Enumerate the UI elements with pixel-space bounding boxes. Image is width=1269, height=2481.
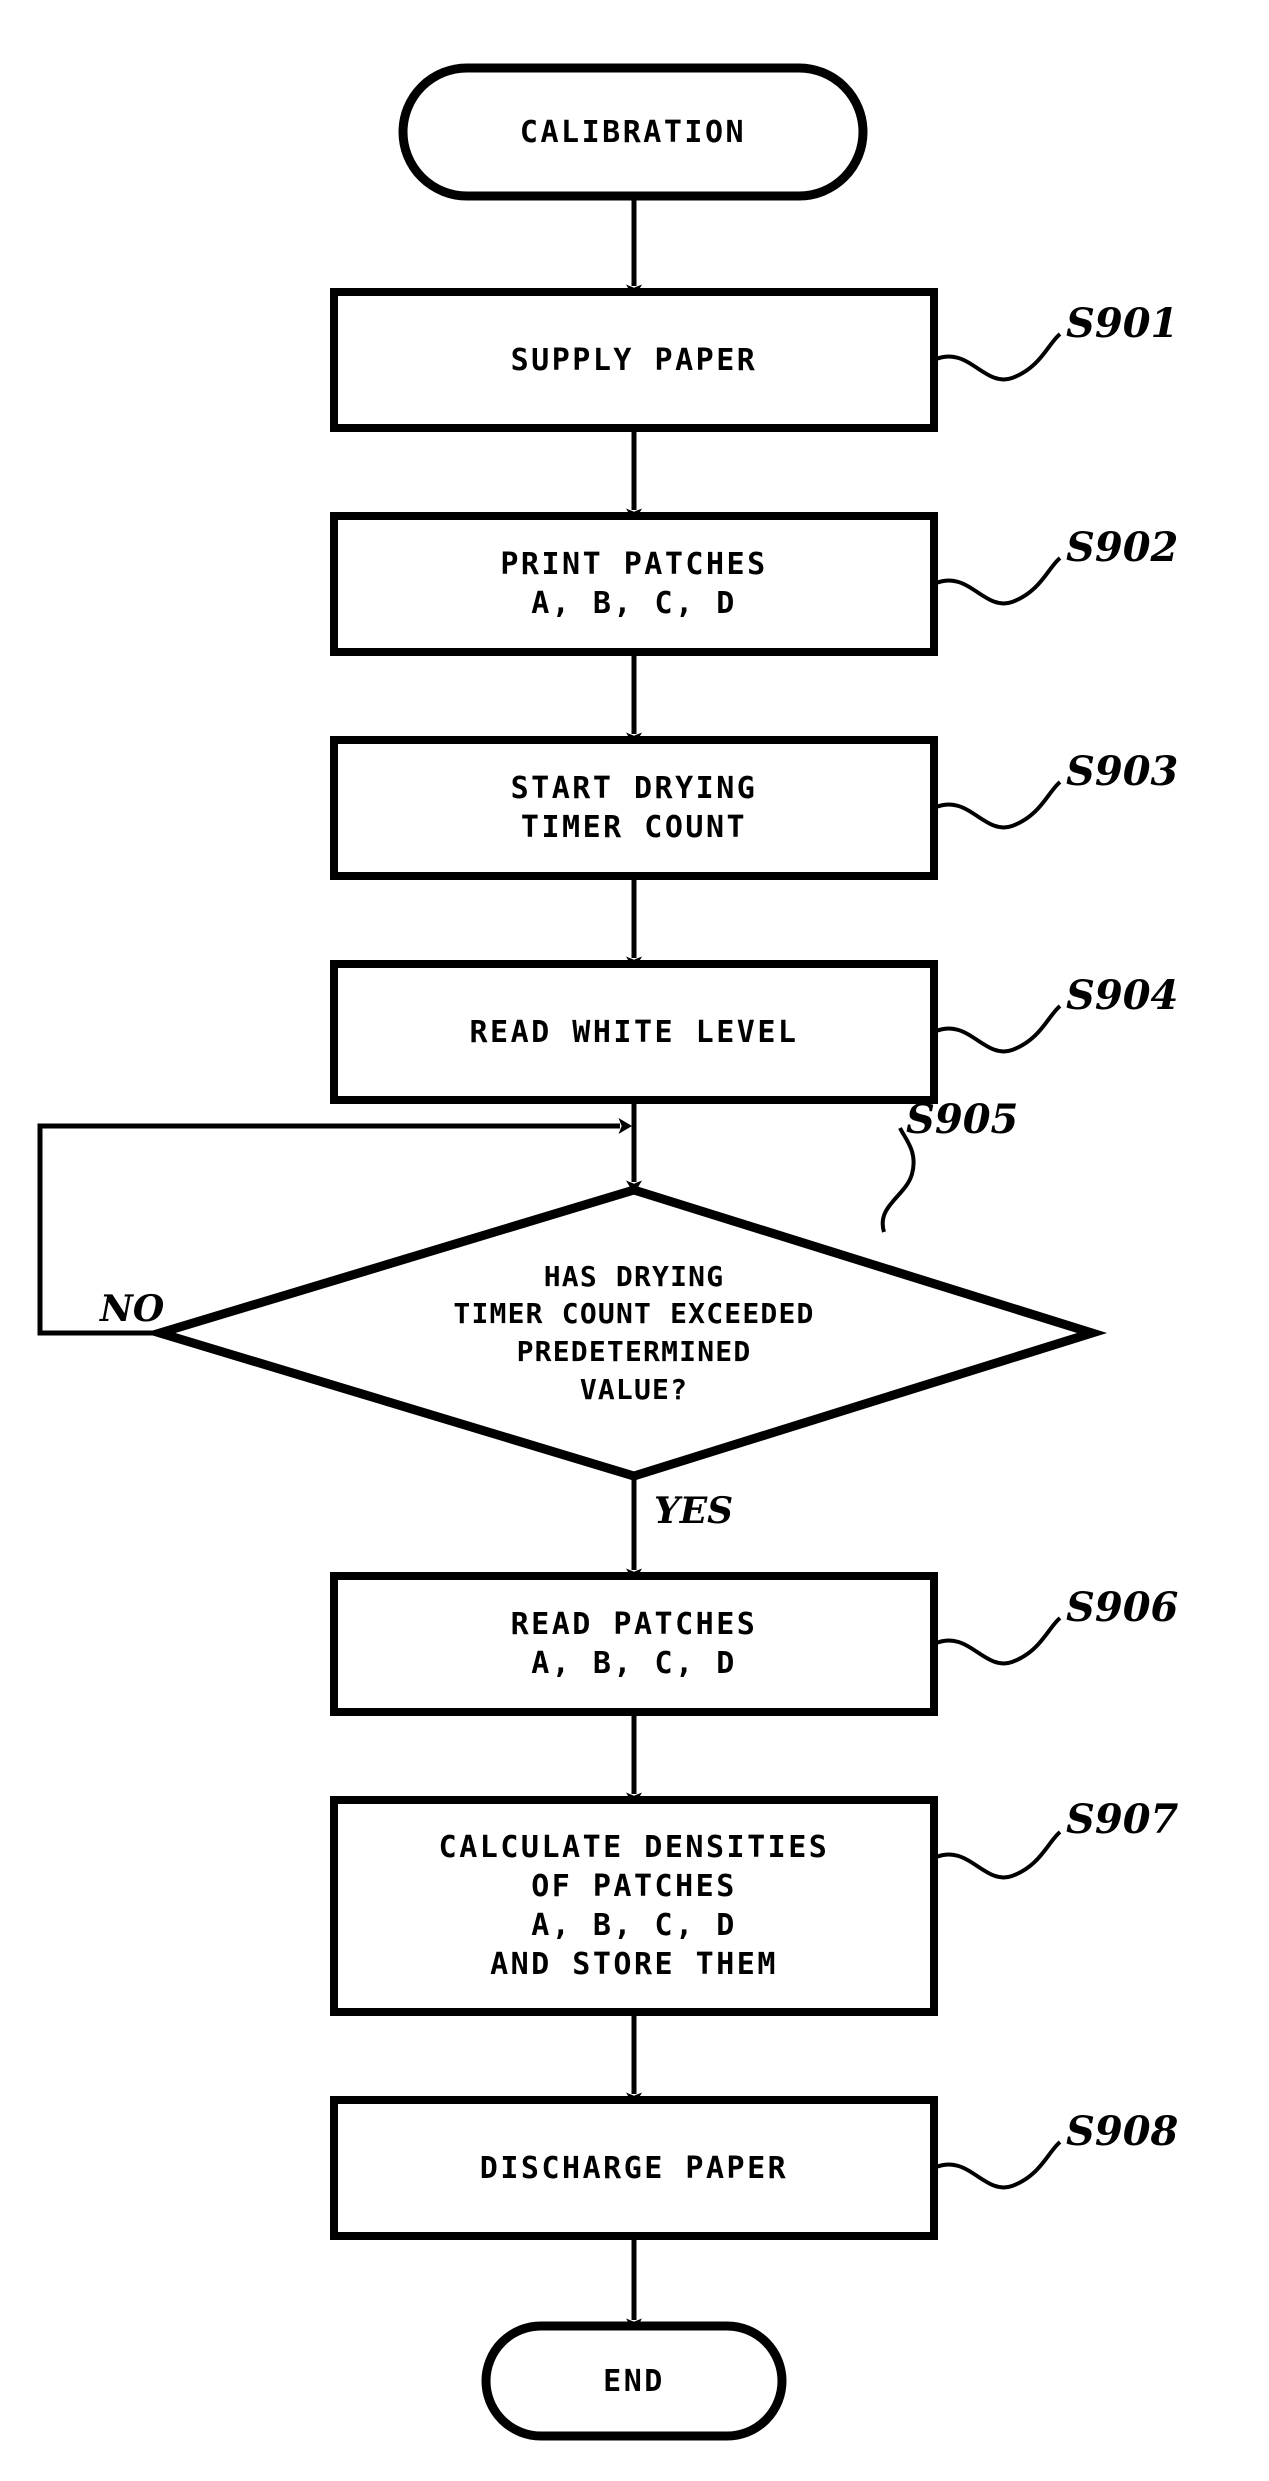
- node-s904-shape: [330, 960, 938, 1104]
- step-label-s904: S904: [1066, 972, 1179, 1019]
- callout-leader-s907: [933, 1830, 1062, 1880]
- callout-leader-s906: [933, 1616, 1062, 1666]
- callout-leader-s905: [880, 1127, 916, 1233]
- node-s908-shape: [330, 2096, 938, 2240]
- step-label-s905: S905: [906, 1096, 1019, 1143]
- node-s902-shape: [330, 512, 938, 656]
- step-label-s907: S907: [1066, 1796, 1179, 1843]
- step-label-s908: S908: [1066, 2108, 1179, 2155]
- step-label-s902: S902: [1066, 524, 1179, 571]
- callout-leader-s902: [933, 556, 1062, 606]
- node-s903-shape: [330, 736, 938, 880]
- node-s907-shape: [330, 1796, 938, 2016]
- branch-label-yes: YES: [654, 1490, 734, 1532]
- callout-leader-s901: [933, 332, 1062, 382]
- callout-leader-s904: [933, 1004, 1062, 1054]
- step-label-s903: S903: [1066, 748, 1179, 795]
- node-s901-shape: [330, 288, 938, 432]
- node-s906-shape: [330, 1572, 938, 1716]
- node-start-shape: [398, 63, 868, 201]
- callout-leader-s903: [933, 780, 1062, 830]
- callout-leader-s908: [933, 2140, 1062, 2190]
- node-end-shape: [481, 2321, 787, 2441]
- flowchart-page: CALIBRATION SUPPLY PAPER S901 PRINT PATC…: [0, 0, 1269, 2481]
- step-label-s901: S901: [1066, 300, 1179, 347]
- node-s905-shape: [144, 1185, 1108, 1481]
- step-label-s906: S906: [1066, 1584, 1179, 1631]
- branch-label-no: NO: [100, 1288, 165, 1330]
